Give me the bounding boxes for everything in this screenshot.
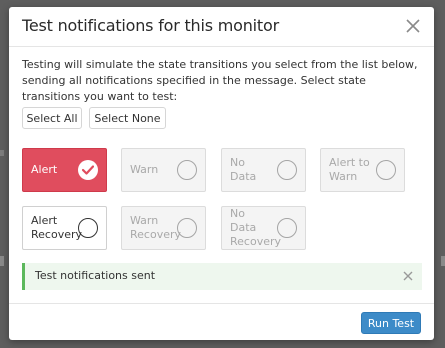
run-test-button[interactable]: Run Test [361, 312, 421, 334]
transition-label: Alert Recovery [31, 214, 83, 241]
backdrop-fragment [441, 256, 445, 266]
select-none-button[interactable]: Select None [89, 107, 166, 129]
backdrop-fragment [0, 150, 4, 156]
select-all-button[interactable]: Select All [22, 107, 82, 129]
backdrop-fragment [0, 256, 4, 266]
radio-circle-icon [78, 218, 98, 238]
footer-divider [9, 303, 434, 304]
success-message: Test notifications sent [35, 269, 156, 282]
radio-circle-icon [277, 218, 297, 238]
dialog-description: Testing will simulate the state transiti… [22, 58, 418, 103]
transition-alert-recovery[interactable]: Alert Recovery [22, 206, 107, 250]
transition-no-data-recovery: No Data Recovery [221, 206, 306, 250]
transition-label: Alert to Warn [329, 156, 370, 183]
transition-warn-recovery: Warn Recovery [121, 206, 206, 250]
transition-no-data: No Data [221, 148, 306, 192]
transition-label: No Data [230, 156, 257, 183]
transition-alert[interactable]: Alert [22, 148, 107, 192]
dialog-header: Test notifications for this monitor [9, 7, 434, 47]
radio-circle-icon [177, 160, 197, 180]
radio-circle-icon [376, 160, 396, 180]
transition-label: Alert [31, 163, 58, 176]
close-icon[interactable] [405, 18, 421, 34]
success-banner: Test notifications sent [22, 263, 422, 290]
transition-alert-to-warn: Alert to Warn [320, 148, 405, 192]
radio-circle-icon [277, 160, 297, 180]
transition-label: No Data Recovery [230, 207, 282, 248]
transition-label: Warn [130, 163, 159, 176]
test-notifications-dialog: Test notifications for this monitor Test… [9, 7, 434, 340]
dismiss-icon[interactable] [402, 270, 414, 282]
check-circle-icon [78, 160, 98, 180]
transition-warn: Warn [121, 148, 206, 192]
transition-label: Warn Recovery [130, 214, 182, 241]
dialog-title: Test notifications for this monitor [22, 16, 279, 35]
radio-circle-icon [177, 218, 197, 238]
